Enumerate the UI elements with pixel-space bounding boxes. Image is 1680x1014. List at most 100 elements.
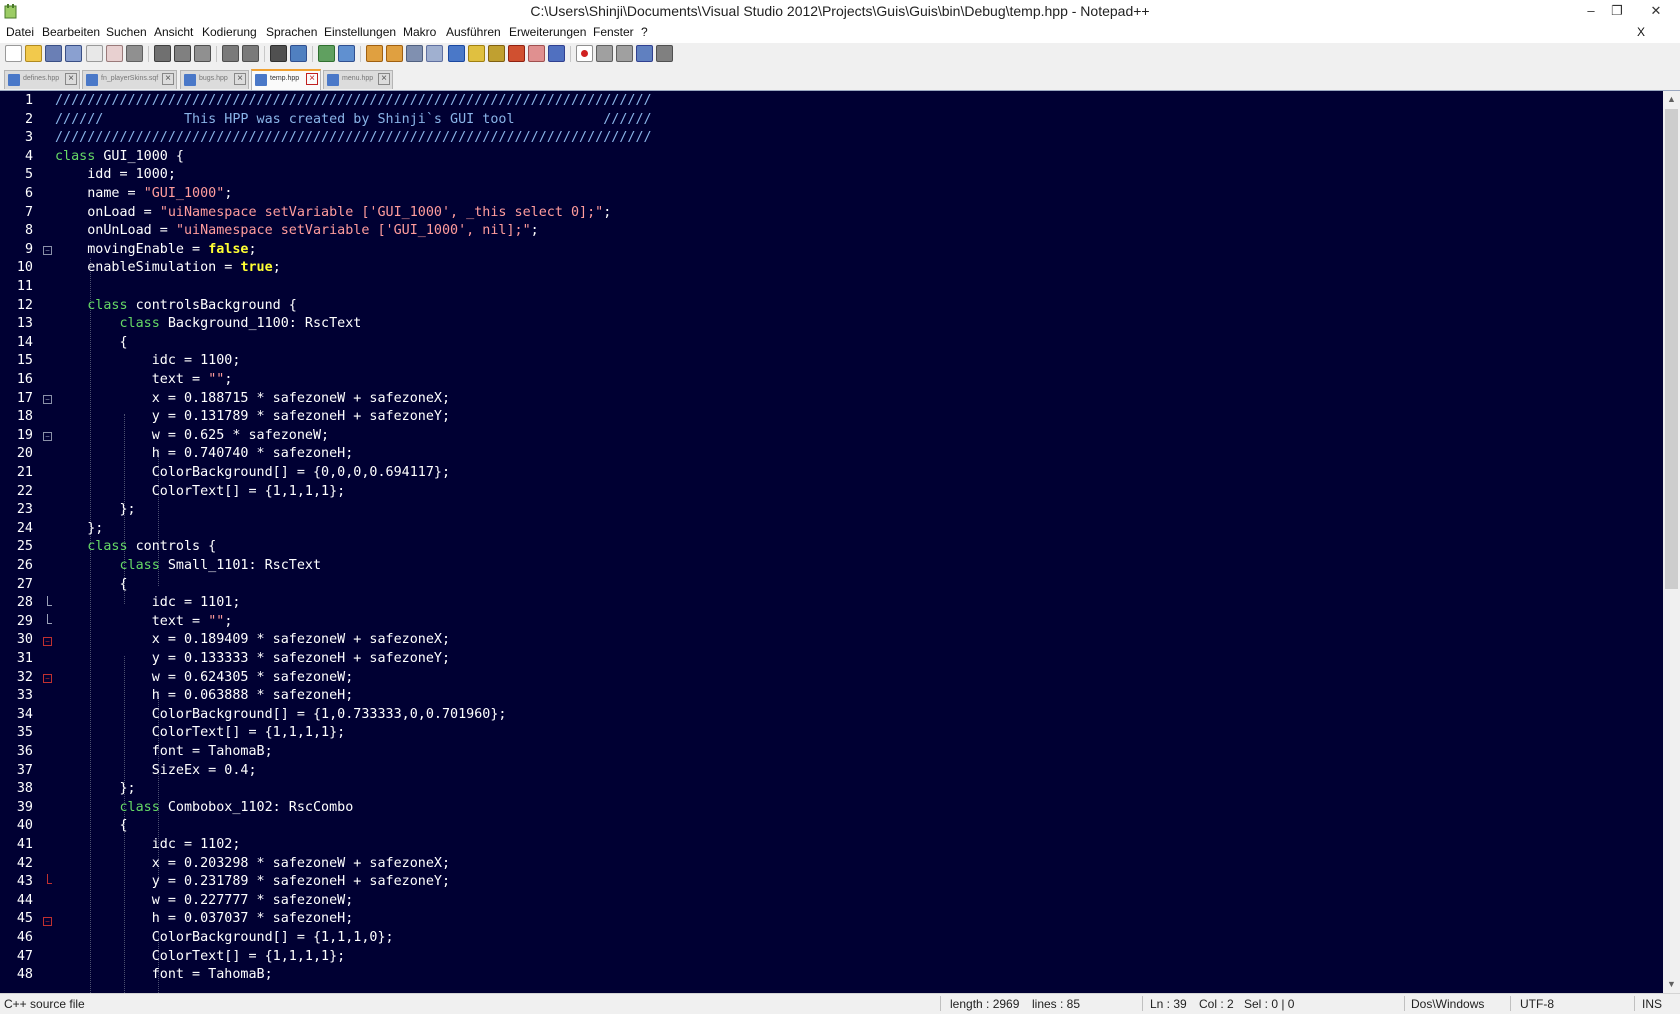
menu-erweiterungen[interactable]: Erweiterungen [509, 25, 586, 39]
scroll-down-arrow-icon[interactable]: ▼ [1663, 976, 1680, 993]
monitoring-icon[interactable] [548, 45, 565, 62]
code-line[interactable]: 33 h = 0.063888 * safezoneH; [0, 687, 1663, 706]
code-line[interactable]: 24 }; [0, 520, 1663, 539]
tab-menu-hpp[interactable]: menu.hpp × [323, 70, 393, 89]
code-line[interactable]: 26 class Small_1101: RscText [0, 557, 1663, 576]
code-line[interactable]: 6 name = "GUI_1000"; [0, 185, 1663, 204]
show-all-characters-icon[interactable] [426, 45, 443, 62]
code-line[interactable]: 1 ///////////////////////////////////////… [0, 92, 1663, 111]
tab-temp-hpp[interactable]: temp.hpp × [251, 69, 321, 90]
close-all-icon[interactable] [106, 45, 123, 62]
code-line[interactable]: 31 y = 0.133333 * safezoneH + safezoneY; [0, 650, 1663, 669]
code-line[interactable]: 38 }; [0, 780, 1663, 799]
word-wrap-icon[interactable] [406, 45, 423, 62]
new-file-icon[interactable] [5, 45, 22, 62]
menu-datei[interactable]: Datei [6, 25, 34, 39]
scrollbar-thumb[interactable] [1665, 109, 1678, 589]
undo-icon[interactable] [222, 45, 239, 62]
close-document-button[interactable]: X [1637, 25, 1645, 39]
code-line[interactable]: 36 font = TahomaB; [0, 743, 1663, 762]
sync-vertical-icon[interactable] [366, 45, 383, 62]
code-line[interactable]: 11 [0, 278, 1663, 297]
menu-ausfuehren[interactable]: Ausführen [446, 25, 501, 39]
menu-einstellungen[interactable]: Einstellungen [324, 25, 396, 39]
tab-close-icon[interactable]: × [234, 73, 246, 85]
tab-defines-hpp[interactable]: defines.hpp × [4, 70, 80, 89]
menu-ansicht[interactable]: Ansicht [154, 25, 193, 39]
code-line[interactable]: 46 ColorBackground[] = {1,1,1,0}; [0, 929, 1663, 948]
code-line[interactable]: 21 ColorBackground[] = {0,0,0,0.694117}; [0, 464, 1663, 483]
cut-icon[interactable] [154, 45, 171, 62]
code-line[interactable]: 10 enableSimulation = true; [0, 259, 1663, 278]
code-line[interactable]: 13 class Background_1100: RscText [0, 315, 1663, 334]
menu-help[interactable]: ? [641, 25, 648, 39]
redo-icon[interactable] [242, 45, 259, 62]
copy-icon[interactable] [174, 45, 191, 62]
menu-fenster[interactable]: Fenster [593, 25, 634, 39]
run-macro-multiple-icon[interactable] [636, 45, 653, 62]
menu-kodierung[interactable]: Kodierung [202, 25, 257, 39]
code-line[interactable]: 39 class Combobox_1102: RscCombo [0, 799, 1663, 818]
code-line[interactable]: 37 SizeEx = 0.4; [0, 762, 1663, 781]
vertical-scrollbar[interactable]: ▲ ▼ [1663, 91, 1680, 993]
code-line[interactable]: 9 movingEnable = false; [0, 241, 1663, 260]
code-line[interactable]: 23 }; [0, 501, 1663, 520]
zoom-in-icon[interactable] [318, 45, 335, 62]
code-line[interactable]: 5 idd = 1000; [0, 166, 1663, 185]
code-line[interactable]: 17 x = 0.188715 * safezoneW + safezoneX; [0, 390, 1663, 409]
scroll-up-arrow-icon[interactable]: ▲ [1663, 91, 1680, 108]
function-list-icon[interactable] [508, 45, 525, 62]
open-file-icon[interactable] [25, 45, 42, 62]
playback-macro-icon[interactable] [616, 45, 633, 62]
user-defined-language-icon[interactable] [468, 45, 485, 62]
code-line[interactable]: 34 ColorBackground[] = {1,0.733333,0,0.7… [0, 706, 1663, 725]
record-macro-icon[interactable] [576, 45, 593, 62]
tab-bugs-hpp[interactable]: bugs.hpp × [180, 70, 249, 89]
code-line[interactable]: 2 ////// This HPP was created by Shinji`s… [0, 111, 1663, 130]
code-line[interactable]: 14 { [0, 334, 1663, 353]
tab-close-icon[interactable]: × [162, 73, 174, 85]
sync-horizontal-icon[interactable] [386, 45, 403, 62]
tab-close-icon[interactable]: × [378, 73, 390, 85]
code-line[interactable]: 41 idc = 1102; [0, 836, 1663, 855]
folder-as-workspace-icon[interactable] [528, 45, 545, 62]
code-line[interactable]: 43 y = 0.231789 * safezoneH + safezoneY; [0, 873, 1663, 892]
zoom-out-icon[interactable] [338, 45, 355, 62]
code-line[interactable]: 3 ///////////////////////////////////////… [0, 129, 1663, 148]
save-macro-icon[interactable] [656, 45, 673, 62]
maximize-button[interactable]: ❐ [1604, 0, 1630, 22]
menu-suchen[interactable]: Suchen [106, 25, 147, 39]
menu-bearbeiten[interactable]: Bearbeiten [42, 25, 100, 39]
menu-sprachen[interactable]: Sprachen [266, 25, 317, 39]
tab-close-icon[interactable]: × [306, 73, 318, 85]
stop-recording-icon[interactable] [596, 45, 613, 62]
code-line[interactable]: 16 text = ""; [0, 371, 1663, 390]
save-icon[interactable] [45, 45, 62, 62]
code-line[interactable]: 32 w = 0.624305 * safezoneW; [0, 669, 1663, 688]
code-editor[interactable]: − − − − − − 1///////////////////////////… [0, 91, 1663, 993]
tab-close-icon[interactable]: × [65, 73, 77, 85]
code-line[interactable]: 44 w = 0.227777 * safezoneW; [0, 892, 1663, 911]
code-line[interactable]: 48 font = TahomaB; [0, 966, 1663, 985]
code-line[interactable]: 35 ColorText[] = {1,1,1,1}; [0, 724, 1663, 743]
code-line[interactable]: 4 class GUI_1000 { [0, 148, 1663, 167]
find-icon[interactable] [270, 45, 287, 62]
document-map-icon[interactable] [488, 45, 505, 62]
code-line[interactable]: 40 { [0, 817, 1663, 836]
code-line[interactable]: 15 idc = 1100; [0, 352, 1663, 371]
print-icon[interactable] [126, 45, 143, 62]
save-all-icon[interactable] [65, 45, 82, 62]
code-line[interactable]: 30 x = 0.189409 * safezoneW + safezoneX; [0, 631, 1663, 650]
code-line[interactable]: 12 class controlsBackground { [0, 297, 1663, 316]
close-window-button[interactable]: ✕ [1636, 0, 1676, 22]
minimize-button[interactable]: – [1578, 0, 1604, 22]
code-line[interactable]: 28 idc = 1101; [0, 594, 1663, 613]
replace-icon[interactable] [290, 45, 307, 62]
code-line[interactable]: 22 ColorText[] = {1,1,1,1}; [0, 483, 1663, 502]
code-line[interactable]: 47 ColorText[] = {1,1,1,1}; [0, 948, 1663, 967]
code-line[interactable]: 18 y = 0.131789 * safezoneH + safezoneY; [0, 408, 1663, 427]
code-line[interactable]: 7 onLoad = "uiNamespace setVariable ['GU… [0, 204, 1663, 223]
tab-fn-playerskins-sqf[interactable]: fn_playerSkins.sqf × [82, 70, 177, 89]
code-line[interactable]: 27 { [0, 576, 1663, 595]
code-line[interactable]: 25 class controls { [0, 538, 1663, 557]
